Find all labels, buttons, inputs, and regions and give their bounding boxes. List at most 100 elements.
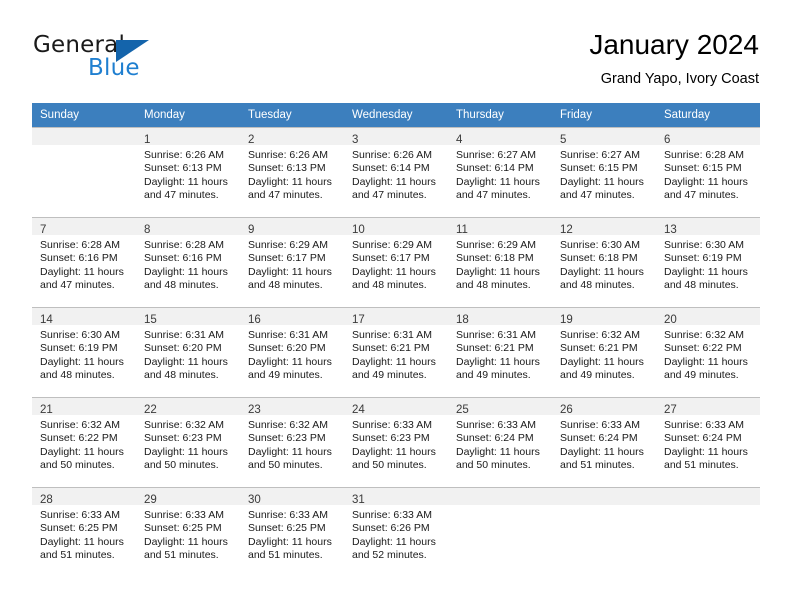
day-detail: Sunrise: 6:27 AM Sunset: 6:14 PM Daylight:… [448, 145, 552, 203]
day-number-bar: 13 [656, 218, 760, 236]
day-detail-line: and 51 minutes. [248, 549, 323, 562]
day-detail: Sunrise: 6:32 AM Sunset: 6:23 PM Daylight:… [136, 415, 240, 473]
weekday-header-thursday: Thursday [448, 103, 552, 128]
day-detail-line: Daylight: 11 hours [40, 265, 124, 278]
day-detail-line: Daylight: 11 hours [456, 265, 540, 278]
calendar-day-cell[interactable]: 25 Sunrise: 6:33 AM Sunset: 6:24 PM Dayligh… [448, 397, 552, 488]
day-detail-line: Sunset: 6:22 PM [40, 432, 118, 445]
calendar-day-cell[interactable]: 27 Sunrise: 6:33 AM Sunset: 6:24 PM Dayligh… [656, 397, 760, 488]
day-detail-line: Sunrise: 6:29 AM [248, 239, 328, 251]
calendar-week-row: 21 Sunrise: 6:32 AM Sunset: 6:22 PM Dayligh… [32, 397, 760, 488]
calendar-day-cell[interactable]: 29 Sunrise: 6:33 AM Sunset: 6:25 PM Dayligh… [136, 487, 240, 578]
calendar-day-cell[interactable]: 7 Sunrise: 6:28 AM Sunset: 6:16 PM Daylight… [32, 217, 136, 308]
calendar-day-cell-empty [552, 487, 656, 578]
day-number-bar: 1 [136, 128, 240, 146]
day-detail-line: Sunset: 6:13 PM [248, 162, 326, 175]
calendar-week-row: 7 Sunrise: 6:28 AM Sunset: 6:16 PM Daylight… [32, 217, 760, 308]
calendar-day-cell[interactable]: 21 Sunrise: 6:32 AM Sunset: 6:22 PM Dayligh… [32, 397, 136, 488]
day-detail-line: Sunrise: 6:30 AM [40, 329, 120, 341]
day-number-bar: 18 [448, 308, 552, 326]
calendar-day-cell[interactable]: 15 Sunrise: 6:31 AM Sunset: 6:20 PM Dayligh… [136, 307, 240, 398]
day-number-bar: 19 [552, 308, 656, 326]
day-detail-line: Sunrise: 6:33 AM [560, 419, 640, 431]
calendar-day-cell[interactable]: 14 Sunrise: 6:30 AM Sunset: 6:19 PM Dayligh… [32, 307, 136, 398]
calendar-day-cell[interactable]: 10 Sunrise: 6:29 AM Sunset: 6:17 PM Dayligh… [344, 217, 448, 308]
calendar-day-cell[interactable]: 31 Sunrise: 6:33 AM Sunset: 6:26 PM Dayligh… [344, 487, 448, 578]
calendar-day-cell[interactable]: 11 Sunrise: 6:29 AM Sunset: 6:18 PM Dayligh… [448, 217, 552, 308]
calendar-day-cell[interactable]: 24 Sunrise: 6:33 AM Sunset: 6:23 PM Dayligh… [344, 397, 448, 488]
day-number-bar: 2 [240, 128, 344, 146]
day-detail-line: Daylight: 11 hours [144, 265, 228, 278]
day-detail-line: Daylight: 11 hours [352, 175, 436, 188]
calendar-day-cell[interactable]: 19 Sunrise: 6:32 AM Sunset: 6:21 PM Dayligh… [552, 307, 656, 398]
weekday-header-tuesday: Tuesday [240, 103, 344, 128]
day-detail-line: Sunset: 6:14 PM [352, 162, 430, 175]
day-detail-line: Sunrise: 6:31 AM [456, 329, 536, 341]
day-detail: Sunrise: 6:27 AM Sunset: 6:15 PM Daylight:… [552, 145, 656, 203]
calendar-day-cell[interactable]: 2 Sunrise: 6:26 AM Sunset: 6:13 PM Daylight… [240, 127, 344, 218]
day-detail-line: Sunset: 6:20 PM [248, 342, 326, 355]
day-detail-line: Daylight: 11 hours [248, 445, 332, 458]
day-detail: Sunrise: 6:33 AM Sunset: 6:24 PM Daylight:… [552, 415, 656, 473]
day-detail-line: and 48 minutes. [560, 279, 635, 292]
day-detail-line: Sunset: 6:23 PM [248, 432, 326, 445]
day-detail-line: Sunrise: 6:28 AM [664, 149, 744, 161]
day-detail-line: Daylight: 11 hours [560, 265, 644, 278]
page-title: January 2024 [589, 29, 759, 60]
calendar-day-cell[interactable]: 18 Sunrise: 6:31 AM Sunset: 6:21 PM Dayligh… [448, 307, 552, 398]
calendar-day-cell[interactable]: 1 Sunrise: 6:26 AM Sunset: 6:13 PM Daylight… [136, 127, 240, 218]
day-detail-line: Daylight: 11 hours [560, 175, 644, 188]
calendar-day-cell[interactable]: 4 Sunrise: 6:27 AM Sunset: 6:14 PM Daylight… [448, 127, 552, 218]
day-detail-line: and 47 minutes. [664, 189, 739, 202]
calendar-week-row: 1 Sunrise: 6:26 AM Sunset: 6:13 PM Daylight… [32, 127, 760, 218]
day-detail-line: Daylight: 11 hours [144, 445, 228, 458]
calendar-day-cell[interactable]: 6 Sunrise: 6:28 AM Sunset: 6:15 PM Daylight… [656, 127, 760, 218]
day-detail-line: Sunset: 6:18 PM [560, 252, 638, 265]
calendar-day-cell[interactable]: 5 Sunrise: 6:27 AM Sunset: 6:15 PM Daylight… [552, 127, 656, 218]
day-detail: Sunrise: 6:31 AM Sunset: 6:21 PM Daylight:… [344, 325, 448, 383]
day-number: 9 [248, 224, 255, 236]
day-detail-line: Sunset: 6:26 PM [352, 522, 430, 535]
day-detail-line: Daylight: 11 hours [664, 265, 748, 278]
day-detail-line: and 48 minutes. [456, 279, 531, 292]
day-number: 5 [560, 134, 567, 146]
day-detail-line: and 48 minutes. [352, 279, 427, 292]
day-detail-line: Daylight: 11 hours [664, 445, 748, 458]
day-detail-line: Sunrise: 6:27 AM [456, 149, 536, 161]
calendar-day-cell[interactable]: 13 Sunrise: 6:30 AM Sunset: 6:19 PM Dayligh… [656, 217, 760, 308]
day-detail-line: and 50 minutes. [456, 459, 531, 472]
day-number-bar: 8 [136, 218, 240, 236]
day-detail-line: Sunset: 6:24 PM [664, 432, 742, 445]
calendar-day-cell[interactable]: 30 Sunrise: 6:33 AM Sunset: 6:25 PM Dayligh… [240, 487, 344, 578]
brand-logo[interactable]: General Blue [33, 32, 233, 84]
day-detail-line: and 48 minutes. [144, 279, 219, 292]
calendar-day-cell[interactable]: 8 Sunrise: 6:28 AM Sunset: 6:16 PM Daylight… [136, 217, 240, 308]
calendar-day-cell[interactable]: 28 Sunrise: 6:33 AM Sunset: 6:25 PM Dayligh… [32, 487, 136, 578]
calendar-day-cell[interactable]: 3 Sunrise: 6:26 AM Sunset: 6:14 PM Daylight… [344, 127, 448, 218]
day-detail-line: and 47 minutes. [560, 189, 635, 202]
day-detail: Sunrise: 6:33 AM Sunset: 6:24 PM Daylight:… [448, 415, 552, 473]
day-detail-line: Sunrise: 6:33 AM [456, 419, 536, 431]
day-detail-line: Sunset: 6:21 PM [560, 342, 638, 355]
day-detail-line: and 49 minutes. [352, 369, 427, 382]
calendar-day-cell[interactable]: 22 Sunrise: 6:32 AM Sunset: 6:23 PM Dayligh… [136, 397, 240, 488]
day-detail: Sunrise: 6:28 AM Sunset: 6:15 PM Daylight:… [656, 145, 760, 203]
day-detail: Sunrise: 6:28 AM Sunset: 6:16 PM Daylight:… [136, 235, 240, 293]
day-detail-line: Daylight: 11 hours [144, 355, 228, 368]
day-detail-line: Sunset: 6:24 PM [456, 432, 534, 445]
calendar-day-cell[interactable]: 9 Sunrise: 6:29 AM Sunset: 6:17 PM Daylight… [240, 217, 344, 308]
day-number-bar: 4 [448, 128, 552, 146]
calendar-day-cell[interactable]: 17 Sunrise: 6:31 AM Sunset: 6:21 PM Dayligh… [344, 307, 448, 398]
calendar-day-cell[interactable]: 23 Sunrise: 6:32 AM Sunset: 6:23 PM Dayligh… [240, 397, 344, 488]
calendar-header-row: Sunday Monday Tuesday Wednesday Thursday Frid… [32, 103, 760, 128]
day-number-bar [552, 488, 656, 505]
day-number: 30 [248, 494, 261, 506]
day-detail-line: Daylight: 11 hours [664, 355, 748, 368]
calendar-day-cell[interactable]: 26 Sunrise: 6:33 AM Sunset: 6:24 PM Dayligh… [552, 397, 656, 488]
day-number: 28 [40, 494, 53, 506]
calendar-day-cell[interactable]: 20 Sunrise: 6:32 AM Sunset: 6:22 PM Dayligh… [656, 307, 760, 398]
calendar-day-cell[interactable]: 16 Sunrise: 6:31 AM Sunset: 6:20 PM Dayligh… [240, 307, 344, 398]
calendar-day-cell[interactable]: 12 Sunrise: 6:30 AM Sunset: 6:18 PM Dayligh… [552, 217, 656, 308]
day-detail-line: Sunrise: 6:26 AM [144, 149, 224, 161]
day-detail: Sunrise: 6:26 AM Sunset: 6:14 PM Daylight:… [344, 145, 448, 203]
